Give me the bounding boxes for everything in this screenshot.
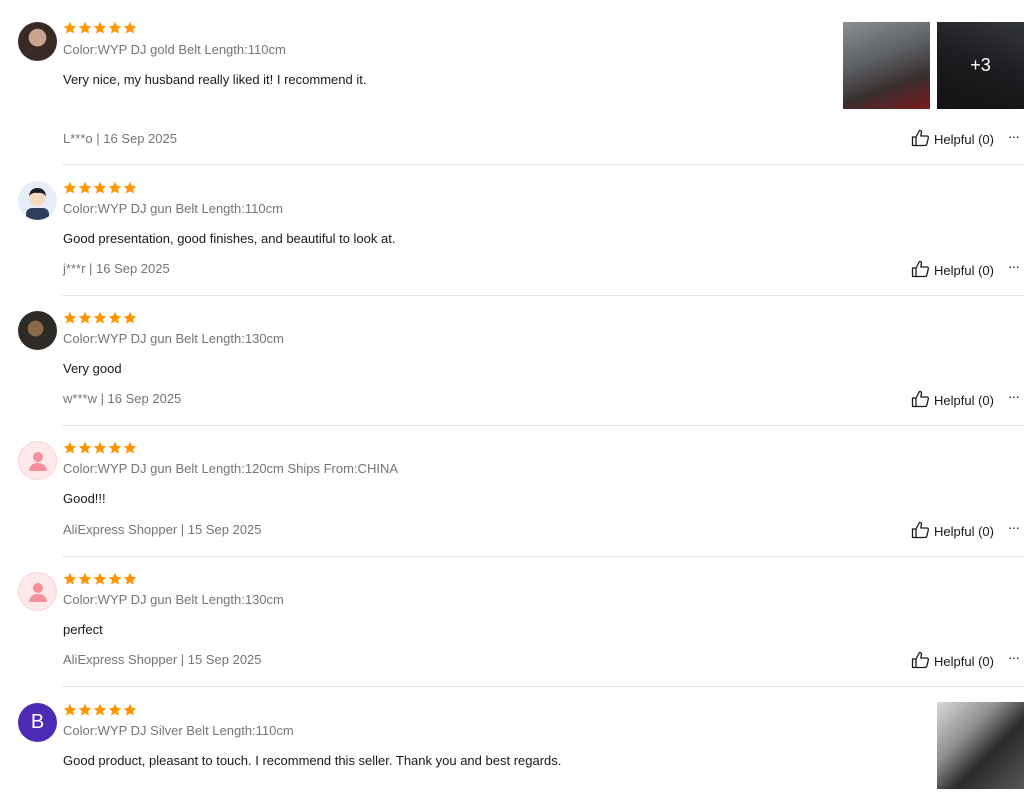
star-rating	[63, 311, 137, 325]
star-icon	[108, 572, 122, 585]
review-text: Very nice, my husband really liked it! I…	[63, 72, 367, 87]
helpful-label: Helpful (0)	[934, 263, 994, 278]
star-icon	[78, 181, 92, 194]
star-rating	[63, 441, 137, 455]
star-icon	[108, 441, 122, 454]
default-user-icon	[18, 441, 57, 480]
ellipsis-icon[interactable]: ···	[1008, 649, 1020, 665]
review-meta: AliExpress Shopper | 15 Sep 2025	[63, 652, 262, 667]
helpful-button[interactable]: Helpful (0)	[911, 260, 994, 281]
star-icon	[108, 311, 122, 324]
thumbs-up-icon	[911, 651, 930, 672]
avatar	[18, 22, 57, 61]
review-item: Color:WYP DJ gold Belt Length:110cm Very…	[0, 0, 1024, 165]
review-variant: Color:WYP DJ gold Belt Length:110cm	[63, 42, 286, 57]
thumbs-up-icon	[911, 390, 930, 411]
star-icon	[123, 703, 137, 716]
star-rating	[63, 572, 137, 586]
review-item: Color:WYP DJ gun Belt Length:120cm Ships…	[0, 426, 1024, 557]
reviews-list: Color:WYP DJ gold Belt Length:110cm Very…	[0, 0, 1024, 807]
star-icon	[93, 311, 107, 324]
star-icon	[78, 441, 92, 454]
review-text: Very good	[63, 361, 122, 376]
thumbs-up-icon	[911, 260, 930, 281]
review-variant: Color:WYP DJ gun Belt Length:130cm	[63, 592, 284, 607]
star-icon	[123, 181, 137, 194]
review-text: Good product, pleasant to touch. I recom…	[63, 753, 562, 768]
star-icon	[123, 21, 137, 34]
ellipsis-icon[interactable]: ···	[1008, 519, 1020, 535]
star-icon	[108, 703, 122, 716]
helpful-button[interactable]: Helpful (0)	[911, 390, 994, 411]
thumbs-up-icon	[911, 521, 930, 542]
review-image-more[interactable]: +3	[937, 22, 1024, 109]
review-meta: AliExpress Shopper | 15 Sep 2025	[63, 522, 262, 537]
star-icon	[78, 703, 92, 716]
helpful-button[interactable]: Helpful (0)	[911, 129, 994, 150]
review-item: Color:WYP DJ gun Belt Length:130cm Very …	[0, 295, 1024, 426]
review-image[interactable]	[843, 22, 930, 109]
review-variant: Color:WYP DJ Silver Belt Length:110cm	[63, 723, 294, 738]
star-icon	[108, 21, 122, 34]
star-icon	[108, 181, 122, 194]
star-icon	[93, 703, 107, 716]
star-icon	[93, 441, 107, 454]
star-icon	[63, 21, 77, 34]
helpful-button[interactable]: Helpful (0)	[911, 521, 994, 542]
helpful-button[interactable]: Helpful (0)	[911, 651, 994, 672]
review-meta: L***o | 16 Sep 2025	[63, 131, 177, 146]
star-icon	[93, 572, 107, 585]
star-rating	[63, 181, 137, 195]
review-item: B Color:WYP DJ Silver Belt Length:110cm …	[0, 687, 1024, 807]
star-icon	[63, 311, 77, 324]
default-user-icon	[18, 572, 57, 611]
review-item: Color:WYP DJ gun Belt Length:110cm Good …	[0, 165, 1024, 296]
star-icon	[123, 441, 137, 454]
review-text: Good!!!	[63, 491, 106, 506]
review-variant: Color:WYP DJ gun Belt Length:130cm	[63, 331, 284, 346]
review-item: Color:WYP DJ gun Belt Length:130cm perfe…	[0, 556, 1024, 687]
thumbs-up-icon	[911, 129, 930, 150]
star-icon	[78, 311, 92, 324]
ellipsis-icon[interactable]: ···	[1008, 258, 1020, 274]
helpful-label: Helpful (0)	[934, 654, 994, 669]
star-rating	[63, 703, 137, 717]
star-rating	[63, 21, 137, 35]
star-icon	[93, 21, 107, 34]
helpful-label: Helpful (0)	[934, 524, 994, 539]
ellipsis-icon[interactable]: ···	[1008, 388, 1020, 404]
review-text: Good presentation, good finishes, and be…	[63, 231, 396, 246]
avatar: B	[18, 703, 57, 742]
review-meta: j***r | 16 Sep 2025	[63, 261, 170, 276]
star-icon	[63, 572, 77, 585]
ellipsis-icon[interactable]: ···	[1008, 128, 1020, 144]
review-text: perfect	[63, 622, 103, 637]
star-icon	[78, 21, 92, 34]
review-variant: Color:WYP DJ gun Belt Length:110cm	[63, 201, 283, 216]
star-icon	[123, 572, 137, 585]
helpful-label: Helpful (0)	[934, 132, 994, 147]
review-meta: w***w | 16 Sep 2025	[63, 391, 182, 406]
review-variant: Color:WYP DJ gun Belt Length:120cm Ships…	[63, 461, 399, 476]
star-icon	[63, 703, 77, 716]
avatar	[18, 181, 57, 220]
avatar	[18, 311, 57, 350]
star-icon	[123, 311, 137, 324]
star-icon	[78, 572, 92, 585]
star-icon	[93, 181, 107, 194]
helpful-label: Helpful (0)	[934, 393, 994, 408]
star-icon	[63, 181, 77, 194]
star-icon	[63, 441, 77, 454]
more-images-count: +3	[937, 22, 1024, 109]
review-image[interactable]	[937, 702, 1024, 789]
